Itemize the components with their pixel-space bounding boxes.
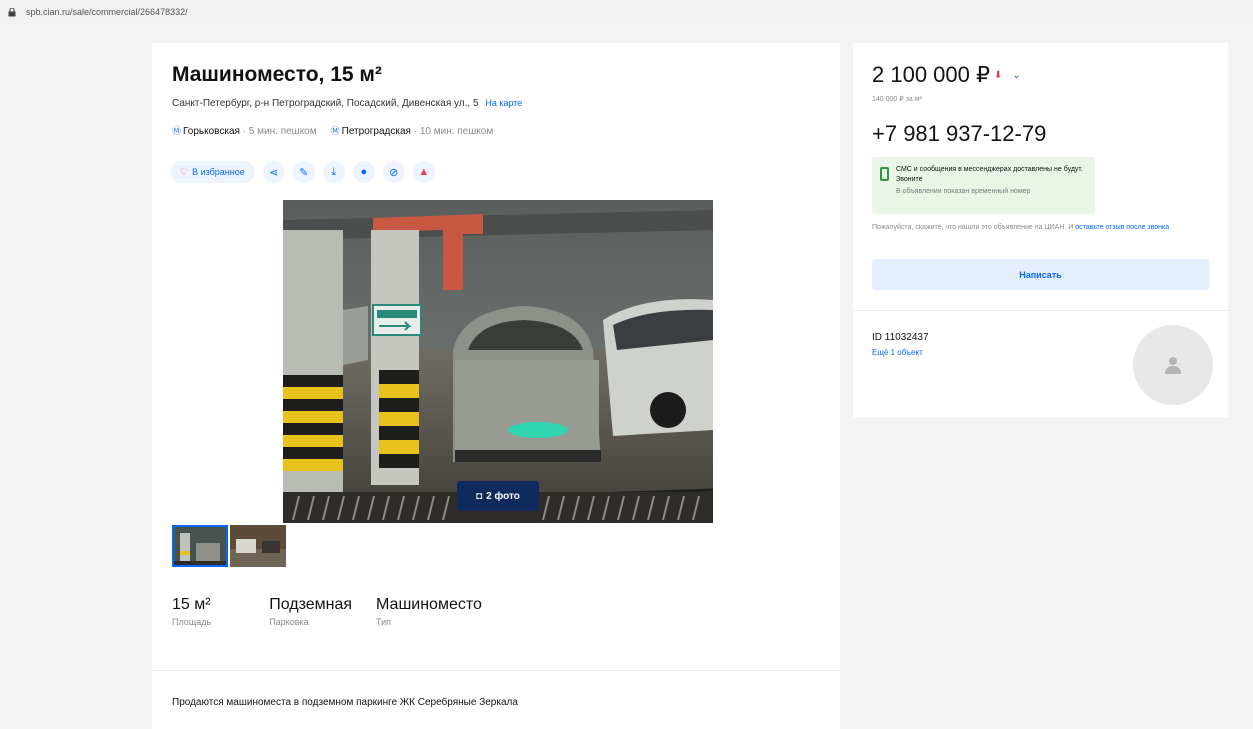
page-title: Машиноместо, 15 м² xyxy=(172,63,382,86)
cian-note: Пожалуйста, скажите, что нашли это объяв… xyxy=(872,223,1212,233)
price-down-icon: ⬇ xyxy=(993,69,1003,81)
favorite-button[interactable]: ♡ В избранное xyxy=(170,161,255,183)
price-value: 2 100 000 ₽ xyxy=(872,62,990,87)
pencil-icon: ✎ xyxy=(299,166,309,179)
map-link[interactable]: На карте xyxy=(485,98,522,108)
chevron-down-icon[interactable]: ⌄ xyxy=(1012,70,1020,81)
divider xyxy=(152,670,840,671)
thumbnail-image xyxy=(172,525,228,567)
parking-photo xyxy=(283,200,713,523)
share-button[interactable]: ⋖ xyxy=(262,161,285,183)
print-button[interactable]: ● xyxy=(352,161,375,183)
phone-number[interactable]: +7 981 937-12-79 xyxy=(872,121,1046,147)
thumbnail-1[interactable] xyxy=(172,525,228,567)
action-bar: ♡ В избранное ⋖ ✎ ⤓ ● ⊘ ▲ xyxy=(170,161,435,183)
spec-label: Площадь xyxy=(172,617,212,627)
download-icon: ⤓ xyxy=(331,165,337,178)
metro-station: Петроградская xyxy=(341,126,411,137)
hide-button[interactable]: ⊘ xyxy=(382,161,405,183)
user-icon xyxy=(1165,357,1181,374)
share-icon: ⋖ xyxy=(269,166,279,179)
avatar[interactable] xyxy=(1133,325,1213,405)
metro-icon: Ⓜ xyxy=(330,126,340,136)
price: 2 100 000 ₽ ⬇ ⌄ xyxy=(872,62,1021,88)
spec-parking: Подземная Парковка xyxy=(269,596,352,627)
agent-more-link[interactable]: Ещё 1 объект xyxy=(872,348,923,357)
listing-card: Машиноместо, 15 м² Санкт-Петербург, р-н … xyxy=(152,43,840,729)
lock-icon xyxy=(8,8,16,17)
sms-notice-sub: В объявлении показан временный номер xyxy=(896,188,1031,195)
browser-address-bar[interactable]: spb.cian.ru/sale/commercial/266478332/ xyxy=(0,0,1253,24)
review-link[interactable]: оставьте отзыв после звонка xyxy=(1075,224,1169,231)
description: Продаются машиноместа в подземном паркин… xyxy=(172,697,518,708)
spec-label: Тип xyxy=(376,617,392,627)
metro-item-gorkovskaya[interactable]: Ⓜ Горьковская · 5 мин. пешком xyxy=(172,124,317,137)
metro-distance: · 5 мин. пешком xyxy=(242,126,317,137)
metro-distance: · 10 мин. пешком xyxy=(413,126,494,137)
main-photo[interactable] xyxy=(283,200,713,523)
print-icon: ● xyxy=(360,166,368,178)
spec-area: 15 м² Площадь xyxy=(172,596,211,627)
note-text: Пожалуйста, скажите, что нашли это объяв… xyxy=(872,224,1074,231)
divider xyxy=(853,310,1228,311)
photo-count-button[interactable]: ◘ 2 фото xyxy=(457,481,539,511)
sms-notice-title: СМС и сообщения в мессенджерах доставлен… xyxy=(896,166,1083,183)
spec-label: Парковка xyxy=(269,617,309,627)
download-button[interactable]: ⤓ xyxy=(322,161,345,183)
contact-card: 2 100 000 ₽ ⬇ ⌄ 140 000 ₽ за м² +7 981 9… xyxy=(853,43,1228,417)
thumbnail-image xyxy=(230,525,286,567)
spec-value: Подземная xyxy=(269,596,353,613)
warning-icon: ▲ xyxy=(418,166,430,178)
thumbnail-2[interactable] xyxy=(230,525,286,567)
phone-icon xyxy=(880,167,889,181)
metro-icon: Ⓜ xyxy=(172,126,182,136)
spec-type: Машиноместо Тип xyxy=(376,596,482,627)
eye-off-icon: ⊘ xyxy=(389,166,399,179)
specs-row: 15 м² Площадь Подземная Парковка Машином… xyxy=(172,596,540,627)
sms-notice: СМС и сообщения в мессенджерах доставлен… xyxy=(872,157,1095,214)
price-per-m2: 140 000 ₽ за м² xyxy=(872,96,922,103)
address: Санкт-Петербург, р-н Петроградский, Поса… xyxy=(172,98,522,109)
camera-icon: ◘ xyxy=(476,490,483,502)
write-button[interactable]: Написать xyxy=(872,259,1209,290)
spec-value: Машиноместо xyxy=(376,596,482,613)
thumbnail-strip xyxy=(172,525,286,567)
report-button[interactable]: ▲ xyxy=(412,161,435,183)
edit-button[interactable]: ✎ xyxy=(292,161,315,183)
metro-item-petrogradskaya[interactable]: Ⓜ Петроградская · 10 мин. пешком xyxy=(331,124,494,137)
heart-icon: ♡ xyxy=(180,166,189,177)
url-text[interactable]: spb.cian.ru/sale/commercial/266478332/ xyxy=(26,7,188,17)
spec-value: 15 м² xyxy=(172,596,211,613)
photo-count-label: 2 фото xyxy=(486,490,520,502)
favorite-label: В избранное xyxy=(192,167,245,177)
agent-id: ID 11032437 xyxy=(872,332,929,343)
address-text[interactable]: Санкт-Петербург, р-н Петроградский, Поса… xyxy=(172,98,479,109)
metro-station: Горьковская xyxy=(183,126,240,137)
metro-list: Ⓜ Горьковская · 5 мин. пешком Ⓜ Петроградс… xyxy=(172,124,493,137)
